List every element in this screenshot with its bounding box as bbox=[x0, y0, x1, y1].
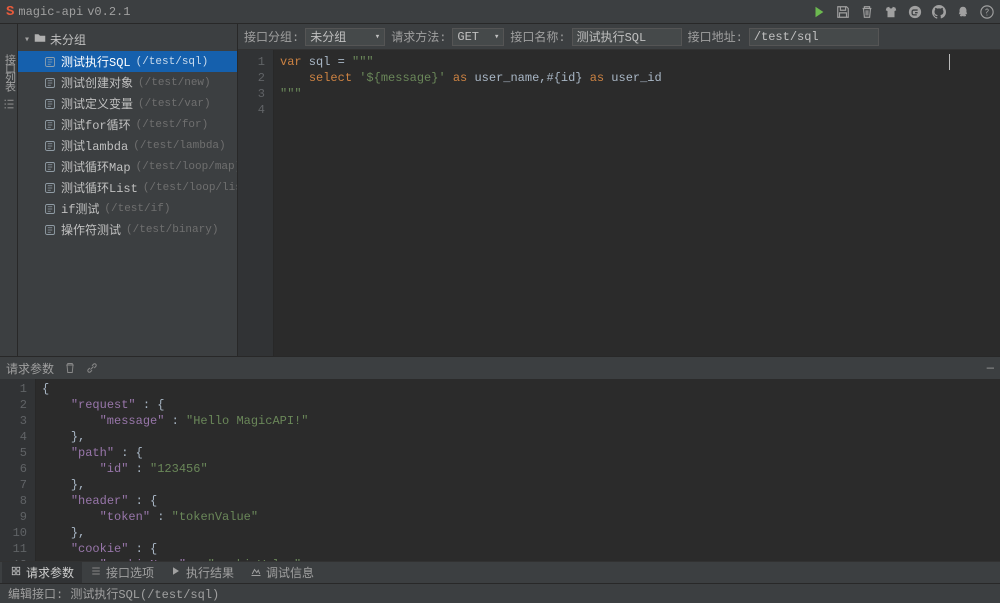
status-prefix: 编辑接口: bbox=[8, 585, 63, 602]
item-path: (/test/lambda) bbox=[133, 140, 225, 152]
api-toolbar: 接口分组: 未分组▾ 请求方法: GET▾ 接口名称: 接口地址: bbox=[238, 24, 1000, 50]
save-icon[interactable] bbox=[836, 5, 850, 19]
minimize-icon[interactable]: — bbox=[987, 361, 994, 375]
method-label: 请求方法: bbox=[391, 28, 446, 45]
statusbar: 编辑接口: 测试执行SQL(/test/sql) bbox=[0, 583, 1000, 603]
shirt-icon[interactable] bbox=[884, 5, 898, 19]
run-icon[interactable] bbox=[812, 5, 826, 19]
item-name: 测试循环Map bbox=[61, 158, 131, 175]
qq-icon[interactable] bbox=[956, 5, 970, 19]
params-gutter: 123 456 789 101112 bbox=[0, 379, 36, 561]
text-cursor bbox=[949, 54, 950, 70]
folder-label: 未分组 bbox=[50, 31, 86, 48]
sidebar-item[interactable]: 测试定义变量 (/test/var) bbox=[18, 93, 237, 114]
editor-pane: 接口分组: 未分组▾ 请求方法: GET▾ 接口名称: 接口地址: 1 2 3 … bbox=[238, 24, 1000, 356]
sidebar: ▾ 未分组 测试执行SQL (/test/sql)测试创建对象 (/test/n… bbox=[18, 24, 238, 356]
sidebar-item[interactable]: 测试循环List (/test/loop/list) bbox=[18, 177, 237, 198]
sidebar-item[interactable]: 测试lambda (/test/lambda) bbox=[18, 135, 237, 156]
name-label: 接口名称: bbox=[510, 28, 565, 45]
item-name: 测试定义变量 bbox=[61, 95, 133, 112]
app-version: v0.2.1 bbox=[87, 5, 130, 19]
app-logo: S bbox=[6, 4, 14, 20]
item-path: (/test/if) bbox=[104, 203, 170, 215]
api-icon bbox=[44, 140, 56, 152]
trash-icon[interactable] bbox=[64, 362, 76, 374]
addr-label: 接口地址: bbox=[688, 28, 743, 45]
app-name: magic-api bbox=[18, 5, 83, 19]
api-icon bbox=[44, 98, 56, 110]
bottom-tabs: 请求参数 接口选项 执行结果 调试信息 bbox=[0, 561, 1000, 583]
tab-icon bbox=[250, 565, 262, 581]
tab-label: 请求参数 bbox=[26, 564, 74, 581]
item-name: 测试循环List bbox=[61, 179, 138, 196]
params-editor[interactable]: 123 456 789 101112 { "request" : { "mess… bbox=[0, 379, 1000, 561]
item-name: 测试执行SQL bbox=[61, 53, 131, 70]
api-icon bbox=[44, 182, 56, 194]
status-text: 测试执行SQL(/test/sql) bbox=[70, 585, 219, 602]
sidebar-item[interactable]: 操作符测试 (/test/binary) bbox=[18, 219, 237, 240]
tab-icon bbox=[90, 565, 102, 581]
tab-icon bbox=[10, 565, 22, 581]
item-path: (/test/sql) bbox=[136, 56, 209, 68]
tab-icon bbox=[170, 565, 182, 581]
tab-label: 接口选项 bbox=[106, 564, 154, 581]
api-icon bbox=[44, 77, 56, 89]
folder-icon bbox=[34, 32, 46, 48]
api-icon bbox=[44, 161, 56, 173]
tree-folder[interactable]: ▾ 未分组 bbox=[18, 28, 237, 51]
bottom-tab[interactable]: 调试信息 bbox=[242, 562, 322, 583]
panel-title: 请求参数 bbox=[6, 360, 54, 377]
editor-gutter: 1 2 3 4 bbox=[238, 50, 274, 356]
addr-input[interactable] bbox=[749, 28, 879, 46]
method-select[interactable]: GET▾ bbox=[452, 28, 504, 46]
titlebar: S magic-api v0.2.1 bbox=[0, 0, 1000, 24]
bottom-panel: 请求参数 — 123 456 789 101112 { "request" : … bbox=[0, 356, 1000, 583]
left-rail-label[interactable]: 接口列表 bbox=[1, 54, 17, 90]
item-name: if测试 bbox=[61, 200, 99, 217]
sidebar-item[interactable]: 测试for循环 (/test/for) bbox=[18, 114, 237, 135]
tab-label: 调试信息 bbox=[266, 564, 314, 581]
group-label: 接口分组: bbox=[244, 28, 299, 45]
bottom-tab[interactable]: 请求参数 bbox=[2, 562, 82, 583]
item-path: (/test/binary) bbox=[126, 224, 218, 236]
chevron-down-icon: ▾ bbox=[24, 34, 30, 46]
bottom-tab[interactable]: 执行结果 bbox=[162, 562, 242, 583]
name-input[interactable] bbox=[572, 28, 682, 46]
sidebar-item[interactable]: 测试循环Map (/test/loop/map) bbox=[18, 156, 237, 177]
trash-icon[interactable] bbox=[860, 5, 874, 19]
item-path: (/test/loop/list) bbox=[143, 182, 238, 194]
sidebar-item[interactable]: 测试执行SQL (/test/sql) bbox=[18, 51, 237, 72]
api-icon bbox=[44, 56, 56, 68]
group-select[interactable]: 未分组▾ bbox=[305, 28, 385, 46]
api-icon bbox=[44, 119, 56, 131]
item-path: (/test/var) bbox=[138, 98, 211, 110]
item-path: (/test/new) bbox=[138, 77, 211, 89]
code-editor[interactable]: 1 2 3 4 var sql = """ select '${message}… bbox=[238, 50, 1000, 356]
left-rail: 接口列表 bbox=[0, 24, 18, 356]
github-icon[interactable] bbox=[932, 5, 946, 19]
api-icon bbox=[44, 203, 56, 215]
sidebar-item[interactable]: 测试创建对象 (/test/new) bbox=[18, 72, 237, 93]
api-icon bbox=[44, 224, 56, 236]
item-name: 测试创建对象 bbox=[61, 74, 133, 91]
sidebar-item[interactable]: if测试 (/test/if) bbox=[18, 198, 237, 219]
item-name: 测试lambda bbox=[61, 137, 128, 154]
tab-label: 执行结果 bbox=[186, 564, 234, 581]
list-icon bbox=[3, 98, 15, 114]
item-name: 测试for循环 bbox=[61, 116, 131, 133]
bottom-tab[interactable]: 接口选项 bbox=[82, 562, 162, 583]
item-path: (/test/for) bbox=[136, 119, 209, 131]
gitee-icon[interactable] bbox=[908, 5, 922, 19]
help-icon[interactable] bbox=[980, 5, 994, 19]
item-name: 操作符测试 bbox=[61, 221, 121, 238]
link-icon[interactable] bbox=[86, 362, 98, 374]
item-path: (/test/loop/map) bbox=[136, 161, 238, 173]
